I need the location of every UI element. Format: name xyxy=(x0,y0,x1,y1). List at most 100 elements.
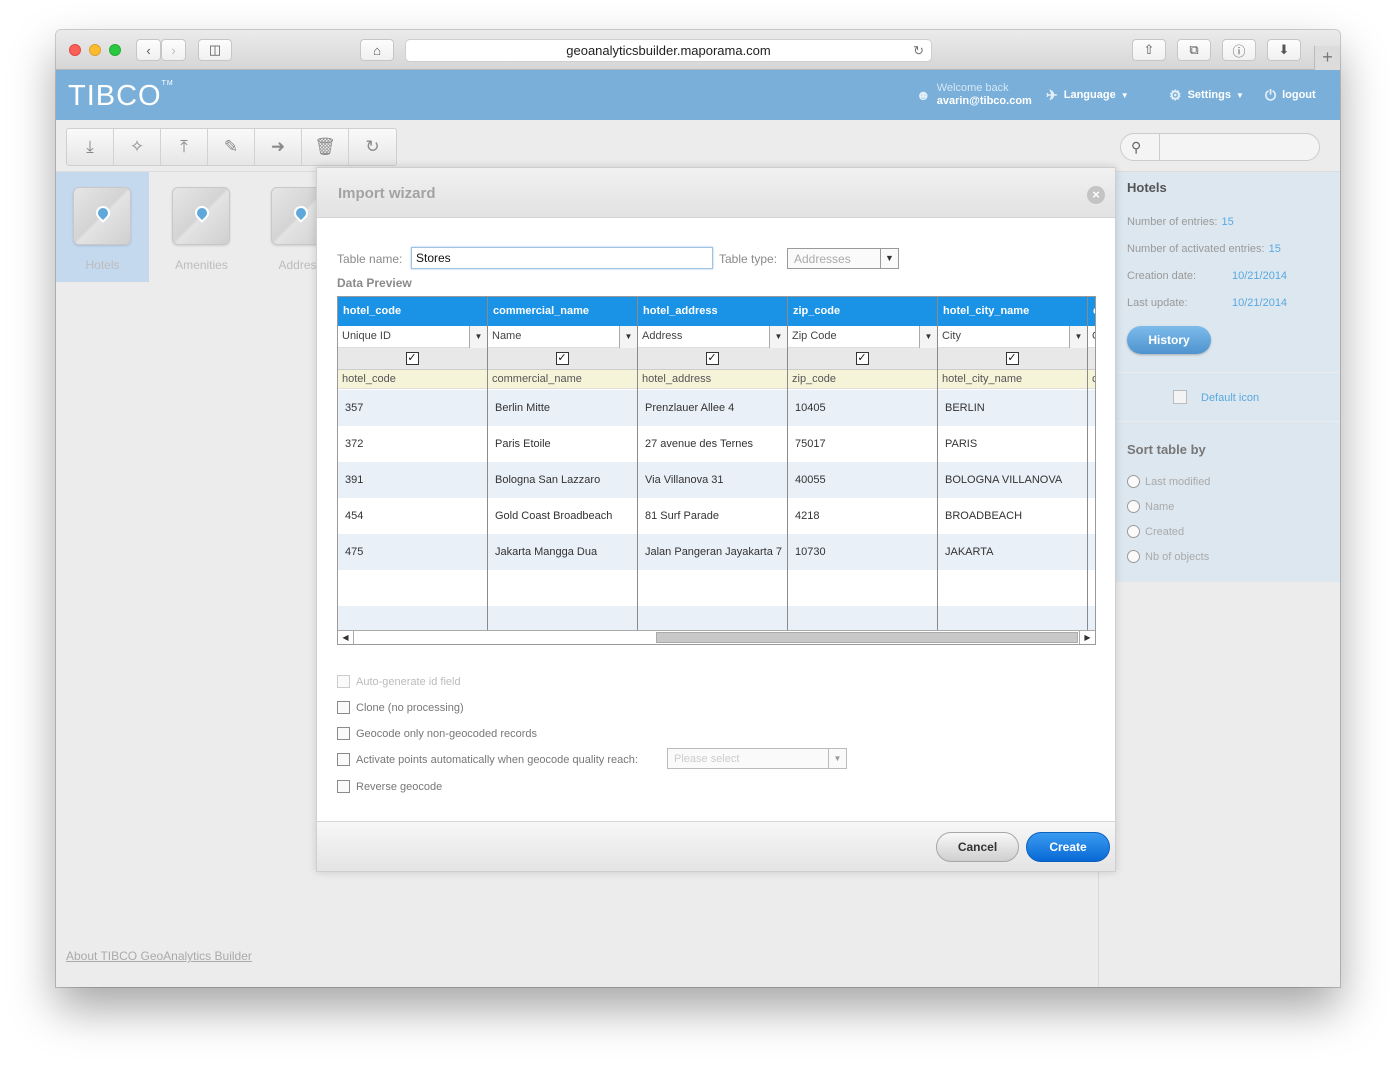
column-include-row: ✓ xyxy=(488,348,637,370)
delete-tool-button[interactable]: 🗑 xyxy=(302,129,349,165)
column-type-select[interactable]: C xyxy=(1088,326,1095,348)
checkbox[interactable] xyxy=(337,675,350,688)
share-button[interactable]: ⇧ xyxy=(1132,39,1166,61)
table-cell: Jalan Pangeran Jayakarta 7 xyxy=(638,534,787,570)
column-include-checkbox[interactable]: ✓ xyxy=(705,352,719,365)
radio-button[interactable] xyxy=(1127,550,1140,563)
sidebar-toggle-button[interactable]: ◫ xyxy=(198,39,232,61)
table-cell: BERLIN xyxy=(938,390,1087,426)
column-type-select[interactable]: Name ▼ xyxy=(488,326,637,348)
upload-icon: ⤒ xyxy=(180,137,188,156)
scrollbar-thumb[interactable] xyxy=(656,632,1078,643)
language-menu[interactable]: ✈ Language ▼ xyxy=(1046,70,1129,120)
minimize-window-button[interactable] xyxy=(89,44,101,56)
column-source: commercial_name xyxy=(488,370,637,389)
radio-button[interactable] xyxy=(1127,500,1140,513)
about-link[interactable]: About TIBCO GeoAnalytics Builder xyxy=(66,949,252,963)
clone-option[interactable]: Clone (no processing) xyxy=(337,701,464,714)
checkbox[interactable] xyxy=(337,701,350,714)
settings-menu[interactable]: ⚙ Settings ▼ xyxy=(1169,70,1244,120)
column-include-checkbox[interactable]: ✓ xyxy=(555,352,569,365)
table-cell: BOLOGNA VILLANOVA xyxy=(938,462,1087,498)
data-preview-label: Data Preview xyxy=(337,276,412,290)
edit-tool-button[interactable]: ✎ xyxy=(208,129,255,165)
history-button[interactable]: History xyxy=(1127,326,1211,354)
radio-button[interactable] xyxy=(1127,475,1140,488)
checkbox[interactable] xyxy=(337,753,350,766)
column-include-checkbox[interactable]: ✓ xyxy=(1005,352,1019,365)
close-icon[interactable]: × xyxy=(1087,186,1105,204)
new-tab-button[interactable]: + xyxy=(1314,46,1340,70)
reverse-geocode-option[interactable]: Reverse geocode xyxy=(337,780,442,793)
activate-points-option[interactable]: Activate points automatically when geoco… xyxy=(337,753,638,766)
geocode-only-option[interactable]: Geocode only non-geocoded records xyxy=(337,727,537,740)
power-icon: ⏻ xyxy=(1265,86,1277,103)
sort-option-nb-objects[interactable]: Nb of objects xyxy=(1127,550,1209,563)
pencil-icon: ✎ xyxy=(223,137,239,156)
horizontal-scrollbar[interactable]: ◀ ▶ xyxy=(338,630,1095,644)
app-header: TIBCOTM ☻ Welcome back avarin@tibco.com … xyxy=(56,70,1340,120)
column-include-checkbox[interactable]: ✓ xyxy=(855,352,869,365)
logout-link[interactable]: ⏻ logout xyxy=(1265,70,1316,120)
export-tool-button[interactable]: ➜ xyxy=(255,129,302,165)
geocode-quality-select[interactable]: Please select ▼ xyxy=(667,748,847,769)
reload-icon[interactable]: ↻ xyxy=(913,40,924,61)
tabs-icon: ⧉ xyxy=(1189,42,1199,57)
caret-down-icon: ▼ xyxy=(828,749,846,768)
column-type-select[interactable]: Address ▼ xyxy=(638,326,787,348)
default-icon-link[interactable]: Default icon xyxy=(1201,392,1259,404)
radio-button[interactable] xyxy=(1127,525,1140,538)
sort-option-last-modified[interactable]: Last modified xyxy=(1127,475,1210,488)
table-cell-empty xyxy=(638,570,787,606)
layer-amenities[interactable]: Amenities xyxy=(155,172,248,282)
map-thumbnail-icon xyxy=(172,187,230,245)
home-button[interactable]: ⌂ xyxy=(360,39,394,61)
close-window-button[interactable] xyxy=(69,44,81,56)
info-button[interactable]: ⓘ xyxy=(1222,39,1256,61)
address-bar[interactable]: geoanalyticsbuilder.maporama.com ↻ xyxy=(405,39,932,62)
column-type-select[interactable]: City ▼ xyxy=(938,326,1087,348)
column-type-select[interactable]: Zip Code ▼ xyxy=(788,326,937,348)
sort-option-name[interactable]: Name xyxy=(1127,500,1174,513)
magic-wand-tool-button[interactable]: ✧ xyxy=(114,129,161,165)
table-cell xyxy=(1088,426,1095,462)
column-header: hotel_code xyxy=(338,297,487,326)
table-cell: 40055 xyxy=(788,462,937,498)
column-type-select[interactable]: Unique ID ▼ xyxy=(338,326,487,348)
search-input[interactable]: ⚲ xyxy=(1120,133,1320,161)
table-name-input[interactable] xyxy=(411,247,713,269)
downloads-button[interactable]: ⬇ xyxy=(1267,39,1301,61)
sort-option-created[interactable]: Created xyxy=(1127,525,1184,538)
scroll-right-icon[interactable]: ▶ xyxy=(1079,631,1095,644)
caret-down-icon: ▼ xyxy=(1120,90,1129,100)
auto-generate-id-option[interactable]: Auto-generate id field xyxy=(337,675,461,688)
upload-tool-button[interactable]: ⤒ xyxy=(161,129,208,165)
creation-date-row: Creation date: 10/21/2014 xyxy=(1127,270,1288,282)
info-icon: ⓘ xyxy=(1232,43,1246,59)
column-source: zip_code xyxy=(788,370,937,389)
column-source: hotel_city_name xyxy=(938,370,1087,389)
create-button[interactable]: Create xyxy=(1026,832,1110,862)
back-button[interactable]: ‹ xyxy=(136,39,161,61)
table-cell xyxy=(1088,390,1095,426)
download-tool-button[interactable]: ⤓ xyxy=(67,129,114,165)
table-type-label: Table type: xyxy=(719,252,778,266)
map-pin-icon xyxy=(291,203,311,223)
table-cell: Jakarta Mangga Dua xyxy=(488,534,637,570)
tool-group: ⤓ ✧ ⤒ ✎ ➜ 🗑 ↻ xyxy=(66,128,397,166)
caret-down-icon: ▼ xyxy=(769,326,787,348)
refresh-tool-button[interactable]: ↻ xyxy=(349,129,396,165)
checkbox[interactable] xyxy=(337,780,350,793)
cancel-button[interactable]: Cancel xyxy=(936,832,1019,862)
column-header: c xyxy=(1088,297,1095,326)
scroll-left-icon[interactable]: ◀ xyxy=(338,631,354,644)
forward-button[interactable]: › xyxy=(161,39,186,61)
table-type-select[interactable]: Addresses ▼ xyxy=(787,248,899,269)
maximize-window-button[interactable] xyxy=(109,44,121,56)
layer-hotels[interactable]: Hotels xyxy=(56,172,149,282)
checkbox[interactable] xyxy=(337,727,350,740)
column-include-checkbox[interactable]: ✓ xyxy=(405,352,419,365)
column-include-row: ✓ xyxy=(938,348,1087,370)
tabs-button[interactable]: ⧉ xyxy=(1177,39,1211,61)
map-pin-icon xyxy=(192,203,212,223)
